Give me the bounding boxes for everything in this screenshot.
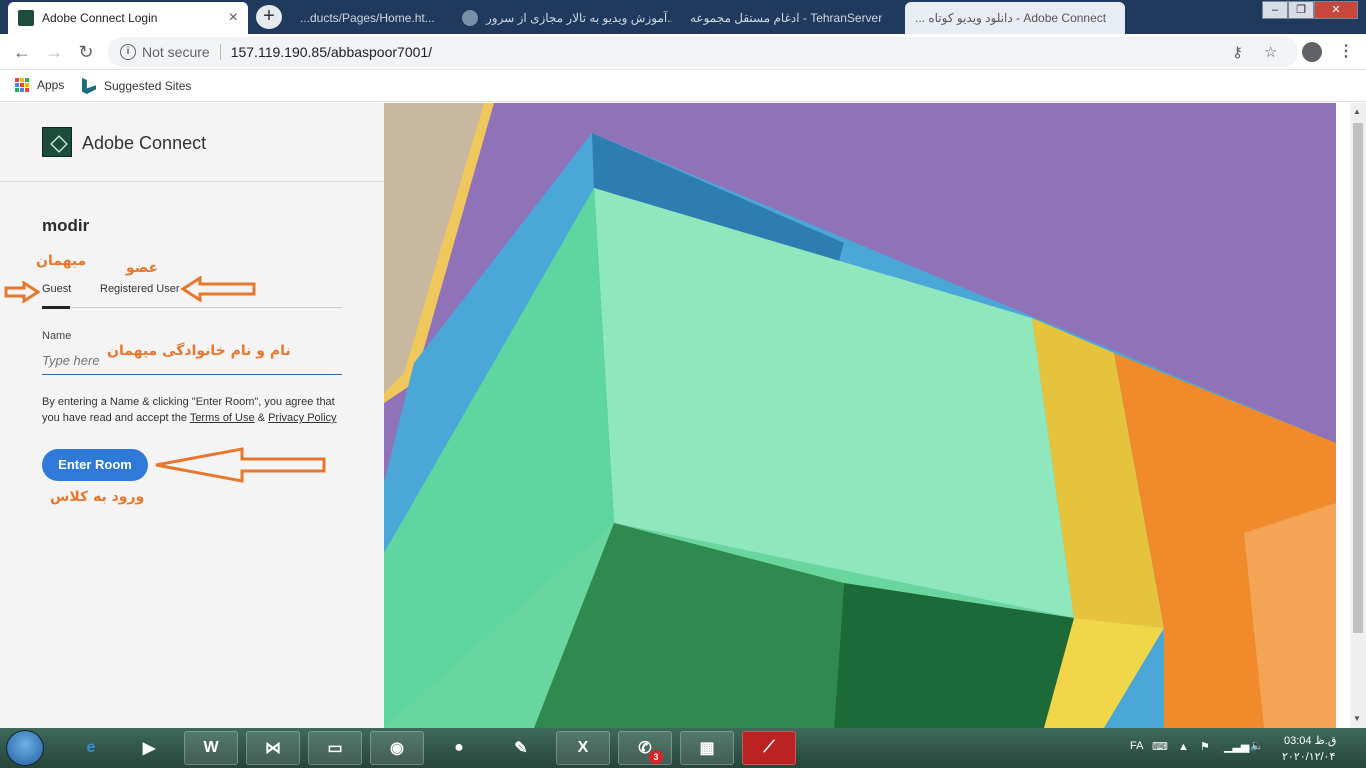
show-hidden-icons[interactable]: ▲ [1178,741,1189,753]
page-content: Adobe Connect modir میهمان عضو Guest Reg… [0,103,1350,728]
chrome-icon[interactable]: ◉ [370,731,424,765]
reload-icon[interactable]: ↻ [74,40,98,64]
maximize-button[interactable]: ❐ [1288,1,1314,19]
info-icon[interactable]: i [120,44,136,60]
tab-title: آموزش ویدیو به تالار مجازی از سرور... [486,11,672,25]
forward-arrow-icon[interactable]: → [42,40,66,64]
tab-registered-user[interactable]: Registered User [100,283,179,295]
tab-adobe-connect-login[interactable]: Adobe Connect Login × [8,2,248,34]
bookmark-star-icon[interactable]: ☆ [1264,43,1277,61]
name-label: Name [42,330,72,342]
profile-avatar-icon[interactable] [1302,42,1322,62]
whatsapp-icon[interactable]: ✆ 3 [618,731,672,765]
url-text[interactable]: 157.119.190.85/abbaspoor7001/ [231,44,432,60]
media-player-icon[interactable]: ▶ [122,731,176,765]
geometric-illustration [384,103,1336,728]
brand-title: Adobe Connect [82,133,207,153]
back-arrow-icon[interactable]: ← [10,40,34,64]
address-bar[interactable]: i Not secure 157.119.190.85/abbaspoor700… [108,37,1298,67]
apps-grid-icon [15,78,29,92]
room-name: modir [42,216,90,235]
page-scrollbar[interactable]: ▲ ▼ [1350,103,1366,728]
tab-title: ادغام مستقل مجموعه - TehranServer [690,11,883,25]
tab-guest[interactable]: Guest [42,283,71,295]
annotation-arrow-guest [4,281,40,303]
key-icon[interactable]: ⚷ [1232,43,1243,61]
adobe-connect-logo-icon [42,127,72,157]
annotation-arrow-enter [155,447,326,483]
adobe-acrobat-icon[interactable]: ⟋ [742,731,796,765]
close-tab-icon[interactable]: × [229,9,238,27]
chrome-menu-icon[interactable]: ⋮ [1338,41,1354,61]
tab-title: ...ducts/Pages/Home.ht... [300,11,435,25]
scroll-thumb[interactable] [1353,123,1363,633]
annotation-guest: میهمان [36,253,87,269]
firefox-icon[interactable]: ● [432,731,486,765]
security-label: Not secure [142,44,210,60]
keyboard-icon[interactable]: ⌨ [1152,740,1168,753]
bing-icon [82,78,96,94]
remote-desktop-icon[interactable]: ▦ [680,731,734,765]
windows-taskbar: e ▶ W ⋈ ▭ ◉ ● ✎ X ✆ 3 ▦ ⟋ FA ⌨ ▲ ⚑ ▁▃▅ 🔈 … [0,728,1366,768]
close-window-button[interactable]: ✕ [1314,1,1358,19]
browser-toolbar: ← → ↻ i Not secure 157.119.190.85/abbasp… [0,34,1366,70]
clock-date[interactable]: ۲۰۲۰/۱۲/۰۴ [1282,750,1335,763]
privacy-policy-link[interactable]: Privacy Policy [268,412,336,424]
scroll-down-icon[interactable]: ▼ [1353,714,1361,723]
paint-icon[interactable]: ✎ [494,731,548,765]
flag-icon[interactable]: ⚑ [1200,740,1210,753]
bookmark-suggested-sites[interactable]: Suggested Sites [82,78,191,94]
excel-icon[interactable]: X [556,731,610,765]
tab-background-3[interactable]: ادغام مستقل مجموعه - TehranServer [680,2,900,34]
word-icon[interactable]: W [184,731,238,765]
language-indicator[interactable]: FA [1130,740,1143,752]
terms-text: By entering a Name & clicking "Enter Roo… [42,394,342,426]
background-artwork [384,103,1336,728]
tab-background-4[interactable]: ... دانلود ویدیو کوتاه - Adobe Connect [905,2,1125,34]
adobe-connect-favicon [18,10,34,26]
volume-icon[interactable]: 🔈 [1250,739,1264,752]
tab-background-2[interactable]: آموزش ویدیو به تالار مجازی از سرور... [452,2,672,34]
annotation-arrow-registered [180,276,256,302]
bookmark-apps[interactable]: Apps [15,78,64,92]
clock-time[interactable]: 03:04 ق.ظ [1284,734,1336,747]
tabs-divider [42,307,342,308]
annotation-member: عضو [126,260,159,276]
enter-room-button[interactable]: Enter Room [42,449,148,481]
login-panel: Adobe Connect modir میهمان عضو Guest Reg… [0,103,384,728]
network-icon[interactable]: ▁▃▅ [1224,740,1249,753]
scroll-up-icon[interactable]: ▲ [1353,107,1361,116]
tab-title: Adobe Connect Login [42,11,158,25]
file-explorer-icon[interactable]: ▭ [308,731,362,765]
terms-and: & [257,412,266,424]
bookmarks-bar: Apps Suggested Sites [0,70,1366,102]
annotation-enter-class: ورود به کلاس [50,489,145,505]
terms-of-use-link[interactable]: Terms of Use [190,412,255,424]
brand-header: Adobe Connect [0,103,384,182]
minimize-button[interactable]: – [1262,1,1288,19]
annotation-guest-fullname: نام و نام خانوادگی میهمان [107,343,291,359]
bookmark-label: Suggested Sites [104,79,192,93]
whatsapp-badge: 3 [649,750,663,764]
tab-background-1[interactable]: ...ducts/Pages/Home.ht... [290,2,445,34]
bookmark-label: Apps [37,78,65,92]
globe-favicon [462,10,478,26]
tab-title: ... دانلود ویدیو کوتاه - Adobe Connect [915,11,1107,25]
new-tab-button[interactable]: + [256,5,282,29]
start-button[interactable] [6,730,44,766]
visual-studio-icon[interactable]: ⋈ [246,731,300,765]
browser-tab-strip: Adobe Connect Login × + ...ducts/Pages/H… [0,0,1366,34]
omnibox-divider [219,44,221,60]
internet-explorer-icon[interactable]: e [64,731,118,765]
active-tab-indicator [42,306,70,309]
